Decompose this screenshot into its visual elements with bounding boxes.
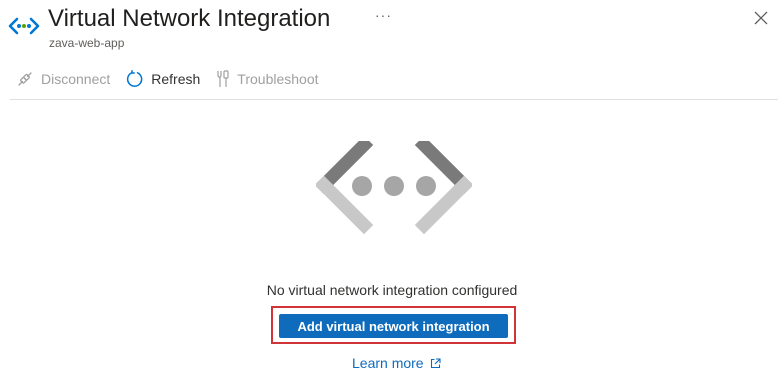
resource-name: zava-web-app bbox=[49, 36, 125, 50]
disconnect-button[interactable]: Disconnect bbox=[16, 70, 110, 88]
external-link-icon bbox=[430, 357, 441, 368]
refresh-icon bbox=[127, 70, 143, 87]
toolbar-divider bbox=[10, 99, 778, 100]
refresh-button[interactable]: Refresh bbox=[126, 70, 200, 88]
more-options-button[interactable]: ··· bbox=[375, 7, 392, 23]
learn-more-link[interactable]: Learn more bbox=[352, 355, 441, 371]
empty-state-message: No virtual network integration configure… bbox=[266, 282, 518, 298]
close-icon[interactable] bbox=[753, 10, 769, 26]
add-vnet-integration-button[interactable]: Add virtual network integration bbox=[279, 314, 508, 338]
troubleshoot-label: Troubleshoot bbox=[237, 71, 319, 87]
disconnect-icon bbox=[18, 72, 32, 86]
disconnect-label: Disconnect bbox=[41, 71, 111, 87]
learn-more-label: Learn more bbox=[352, 355, 424, 371]
command-bar: Disconnect Refresh Troubleshoot bbox=[16, 68, 319, 90]
troubleshoot-icon bbox=[217, 70, 229, 87]
network-placeholder-icon bbox=[316, 141, 472, 235]
page-title: Virtual Network Integration bbox=[48, 5, 331, 32]
vnet-icon bbox=[8, 17, 40, 35]
troubleshoot-button[interactable]: Troubleshoot bbox=[216, 70, 319, 88]
refresh-label: Refresh bbox=[151, 71, 201, 87]
